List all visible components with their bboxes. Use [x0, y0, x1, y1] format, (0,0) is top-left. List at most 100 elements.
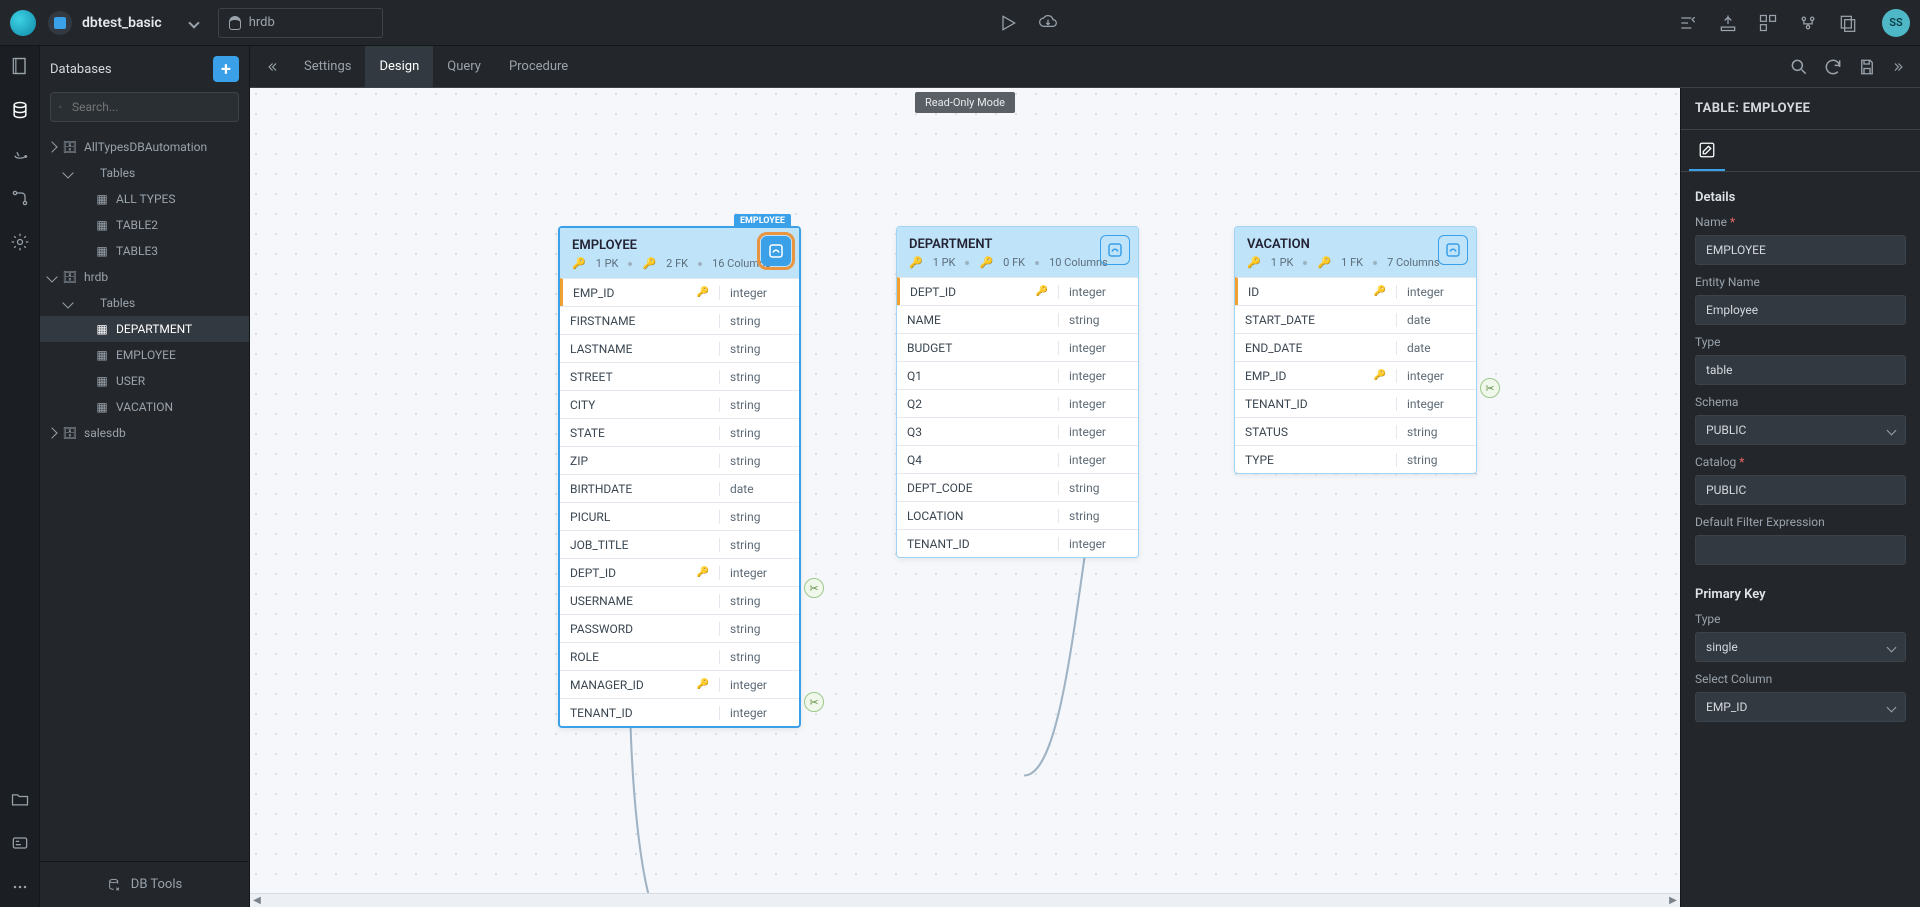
rail-more-icon[interactable]: [8, 875, 32, 899]
table-card-employee[interactable]: EMPLOYEEEMPLOYEE🔑1 PK🔑2 FK16 ColumnsEMP_…: [558, 226, 801, 728]
column-row[interactable]: DEPT_ID🔑integer: [560, 558, 799, 586]
tree-node[interactable]: ▦ALL TYPES: [40, 186, 249, 212]
rail-settings-icon[interactable]: [8, 230, 32, 254]
column-row[interactable]: USERNAMEstring: [560, 586, 799, 614]
refresh-button[interactable]: [1818, 52, 1848, 82]
tree-node[interactable]: ▦DEPARTMENT: [40, 316, 249, 342]
column-row[interactable]: START_DATEdate: [1235, 305, 1476, 333]
tree-node[interactable]: 🗄salesdb: [40, 420, 249, 446]
field-pk-col[interactable]: EMP_ID: [1695, 692, 1906, 722]
column-row[interactable]: TYPEstring: [1235, 445, 1476, 473]
rail-api-icon[interactable]: [8, 186, 32, 210]
column-type: string: [719, 398, 799, 412]
relation-node-icon[interactable]: ✂: [804, 578, 824, 598]
column-row[interactable]: PICURLstring: [560, 502, 799, 530]
column-row[interactable]: STATUSstring: [1235, 417, 1476, 445]
tree-node[interactable]: ▦USER: [40, 368, 249, 394]
export-button[interactable]: [1714, 9, 1742, 37]
tab-design[interactable]: Design: [365, 46, 433, 87]
tree-node[interactable]: ▦EMPLOYEE: [40, 342, 249, 368]
tree-node[interactable]: 🗄AllTypesDBAutomation: [40, 134, 249, 160]
column-row[interactable]: STREETstring: [560, 362, 799, 390]
column-row[interactable]: BUDGETinteger: [897, 333, 1138, 361]
project-switcher[interactable]: dbtest_basic: [48, 11, 198, 35]
column-row[interactable]: ZIPstring: [560, 446, 799, 474]
tab-query[interactable]: Query: [433, 46, 495, 87]
field-pk-type[interactable]: single: [1695, 632, 1906, 662]
column-row[interactable]: Q2integer: [897, 389, 1138, 417]
run-button[interactable]: [994, 9, 1022, 37]
column-row[interactable]: DEPT_ID🔑integer: [897, 277, 1138, 305]
rail-java-icon[interactable]: [8, 142, 32, 166]
field-catalog[interactable]: PUBLIC: [1695, 475, 1906, 505]
avatar[interactable]: SS: [1882, 9, 1910, 37]
column-row[interactable]: ID🔑integer: [1235, 277, 1476, 305]
rail-database-icon[interactable]: [8, 98, 32, 122]
preview-button[interactable]: [1674, 9, 1702, 37]
scroll-left-icon[interactable]: ◀: [250, 894, 264, 907]
column-row[interactable]: FIRSTNAMEstring: [560, 306, 799, 334]
canvas-hscrollbar[interactable]: ◀ ▶: [250, 893, 1680, 907]
files-button[interactable]: [1834, 9, 1862, 37]
table-card-department[interactable]: DEPARTMENT🔑1 PK🔑0 FK10 ColumnsDEPT_ID🔑in…: [896, 226, 1139, 558]
column-row[interactable]: EMP_ID🔑integer: [1235, 361, 1476, 389]
column-row[interactable]: EMP_ID🔑integer: [560, 278, 799, 306]
column-name: PICURL: [570, 510, 610, 524]
database-selector[interactable]: hrdb: [218, 8, 383, 38]
search-input[interactable]: [50, 92, 239, 122]
column-row[interactable]: ROLEstring: [560, 642, 799, 670]
table-options-button[interactable]: [1100, 235, 1130, 265]
relation-node-icon[interactable]: ✂: [804, 692, 824, 712]
scroll-right-icon[interactable]: ▶: [1666, 894, 1680, 907]
table-options-button[interactable]: [1438, 235, 1468, 265]
tab-procedure[interactable]: Procedure: [495, 46, 582, 87]
tree-node[interactable]: ▦TABLE2: [40, 212, 249, 238]
field-type[interactable]: table: [1695, 355, 1906, 385]
column-row[interactable]: NAMEstring: [897, 305, 1138, 333]
rail-logs-icon[interactable]: [8, 831, 32, 855]
column-row[interactable]: Q1integer: [897, 361, 1138, 389]
search-canvas-button[interactable]: [1784, 52, 1814, 82]
rail-files-icon[interactable]: [8, 787, 32, 811]
expand-details-button[interactable]: [1886, 60, 1912, 74]
column-row[interactable]: MANAGER_ID🔑integer: [560, 670, 799, 698]
tree-node[interactable]: ▦TABLE3: [40, 238, 249, 264]
column-row[interactable]: PASSWORDstring: [560, 614, 799, 642]
add-database-button[interactable]: +: [213, 56, 239, 82]
save-button[interactable]: [1852, 52, 1882, 82]
column-row[interactable]: BIRTHDATEdate: [560, 474, 799, 502]
logo[interactable]: [10, 10, 36, 36]
relation-node-icon[interactable]: ✂: [1480, 378, 1500, 398]
field-entity[interactable]: Employee: [1695, 295, 1906, 325]
tree-node[interactable]: Tables: [40, 290, 249, 316]
column-row[interactable]: DEPT_CODEstring: [897, 473, 1138, 501]
field-schema[interactable]: PUBLIC: [1695, 415, 1906, 445]
config-button[interactable]: [1794, 9, 1822, 37]
column-row[interactable]: STATEstring: [560, 418, 799, 446]
table-options-button[interactable]: [761, 236, 791, 266]
column-row[interactable]: Q3integer: [897, 417, 1138, 445]
column-row[interactable]: Q4integer: [897, 445, 1138, 473]
rail-explorer-icon[interactable]: [8, 54, 32, 78]
collapse-sidebar-button[interactable]: [258, 60, 286, 74]
details-tab-edit[interactable]: [1689, 130, 1725, 171]
table-card-vacation[interactable]: VACATION🔑1 PK🔑1 FK7 ColumnsID🔑integerSTA…: [1234, 226, 1477, 474]
column-row[interactable]: LOCATIONstring: [897, 501, 1138, 529]
search-field[interactable]: [70, 99, 230, 115]
field-name[interactable]: EMPLOYEE: [1695, 235, 1906, 265]
column-row[interactable]: CITYstring: [560, 390, 799, 418]
vcs-button[interactable]: [1754, 9, 1782, 37]
field-filter[interactable]: [1695, 535, 1906, 565]
column-row[interactable]: TENANT_IDinteger: [560, 698, 799, 726]
deploy-button[interactable]: [1034, 9, 1062, 37]
tree-node[interactable]: Tables: [40, 160, 249, 186]
column-row[interactable]: JOB_TITLEstring: [560, 530, 799, 558]
tree-node[interactable]: 🗄hrdb: [40, 264, 249, 290]
column-row[interactable]: LASTNAMEstring: [560, 334, 799, 362]
db-tools-button[interactable]: DB Tools: [40, 861, 249, 907]
column-row[interactable]: END_DATEdate: [1235, 333, 1476, 361]
column-row[interactable]: TENANT_IDinteger: [897, 529, 1138, 557]
tab-settings[interactable]: Settings: [290, 46, 365, 87]
column-row[interactable]: TENANT_IDinteger: [1235, 389, 1476, 417]
tree-node[interactable]: ▦VACATION: [40, 394, 249, 420]
